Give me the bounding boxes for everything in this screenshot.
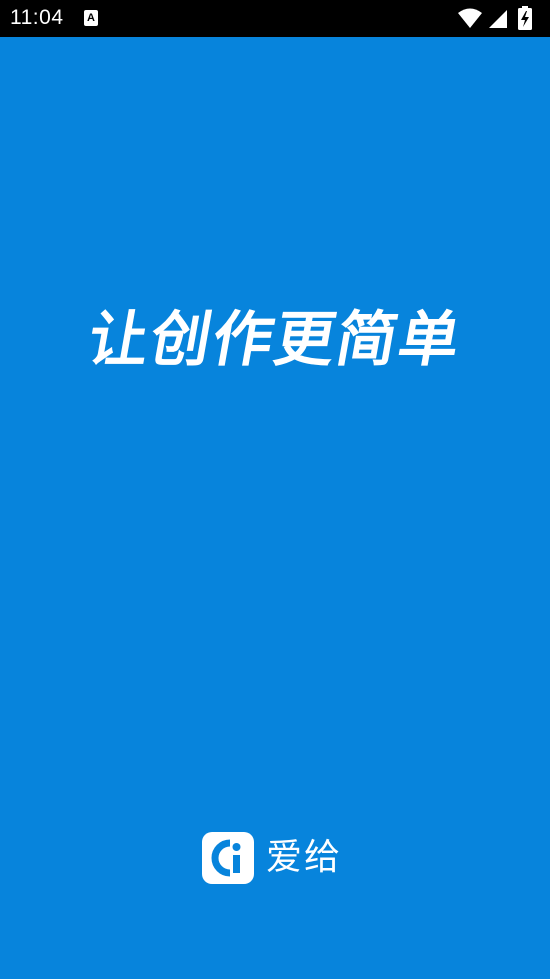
aigei-logo-icon [202,832,254,884]
brand-lockup: 爱给 [202,832,352,884]
slogan-text: 让创作更简单 [82,305,468,375]
status-icons [458,6,538,30]
battery-charging-icon [518,6,532,30]
status-time: 11:04 [10,6,64,29]
splash-screen: 11:04 A 让创作更简单 爱给 [0,0,550,979]
brand-name: 爱给 [266,837,343,878]
notification-a-icon: A [84,10,98,26]
status-bar: 11:04 A [0,0,550,37]
wifi-icon [458,8,482,28]
cell-signal-icon [489,10,507,28]
